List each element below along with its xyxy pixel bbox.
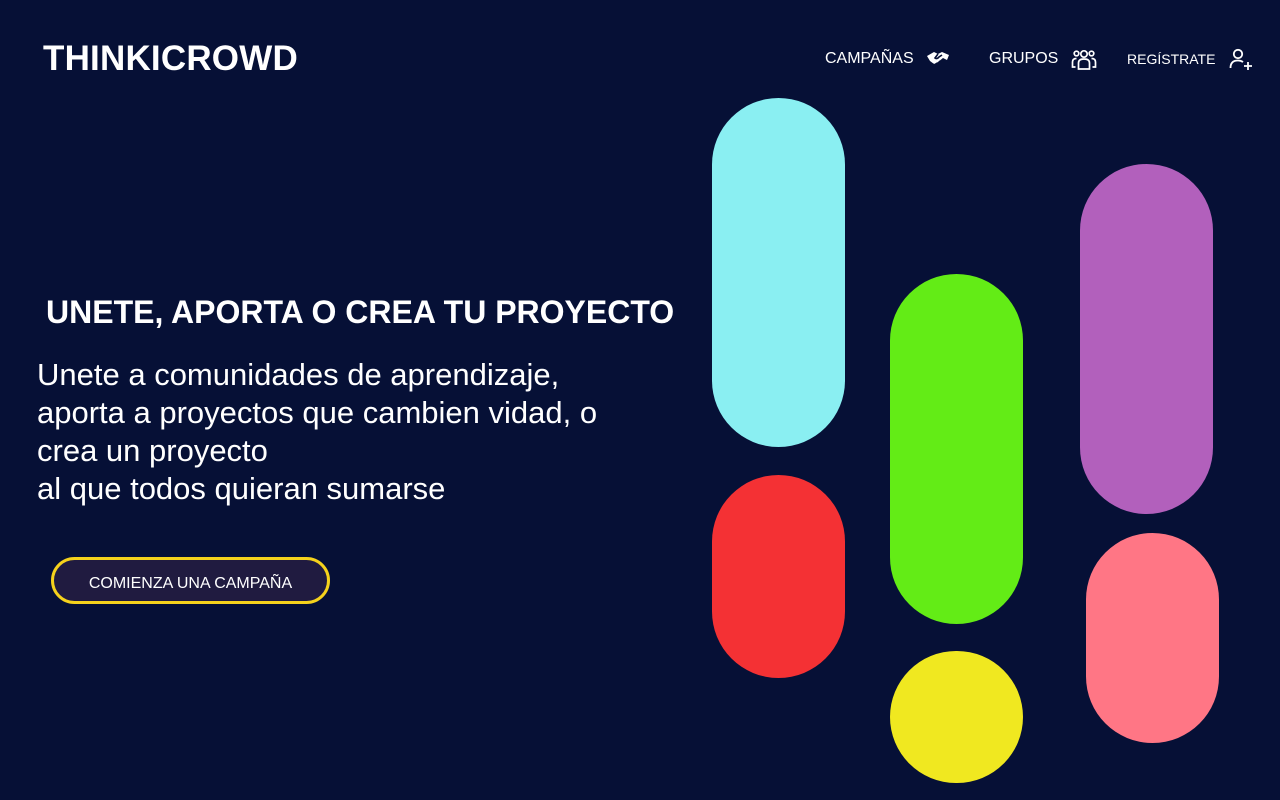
- hero-headline: UNETE, APORTA O CREA TU PROYECTO: [46, 294, 675, 330]
- nav-campaigns-label: CAMPAÑAS: [825, 50, 914, 67]
- decorative-pill-green: [890, 274, 1023, 624]
- hero-subtitle-line: al que todos quieran sumarse: [37, 471, 446, 506]
- handshake-icon: [925, 46, 951, 72]
- decorative-pill-purple: [1080, 164, 1213, 514]
- hero-subtitle-line: aporta a proyectos que cambien vidad, o: [37, 395, 598, 430]
- brand-logo[interactable]: THINKICROWD: [43, 38, 298, 80]
- start-campaign-button[interactable]: COMIENZA UNA CAMPAÑA: [51, 557, 330, 604]
- decorative-pill-pink: [1086, 533, 1219, 743]
- nav-groups-label: GRUPOS: [989, 50, 1059, 67]
- hero-subtitle: Unete a comunidades de aprendizaje, apor…: [37, 356, 637, 508]
- nav-register-label: REGÍSTRATE: [1127, 51, 1216, 67]
- nav-groups[interactable]: GRUPOS: [989, 44, 1097, 74]
- nav-campaigns[interactable]: CAMPAÑAS: [825, 44, 951, 74]
- hero-subtitle-line: crea un proyecto: [37, 433, 268, 468]
- hero-subtitle-line: Unete a comunidades de aprendizaje,: [37, 357, 560, 392]
- nav-register[interactable]: REGÍSTRATE: [1127, 44, 1254, 74]
- decorative-pill-yellow: [890, 651, 1023, 783]
- user-plus-icon: [1228, 46, 1254, 72]
- decorative-pill-red: [712, 475, 845, 678]
- users-group-icon: [1071, 46, 1097, 72]
- decorative-pill-cyan: [712, 98, 845, 447]
